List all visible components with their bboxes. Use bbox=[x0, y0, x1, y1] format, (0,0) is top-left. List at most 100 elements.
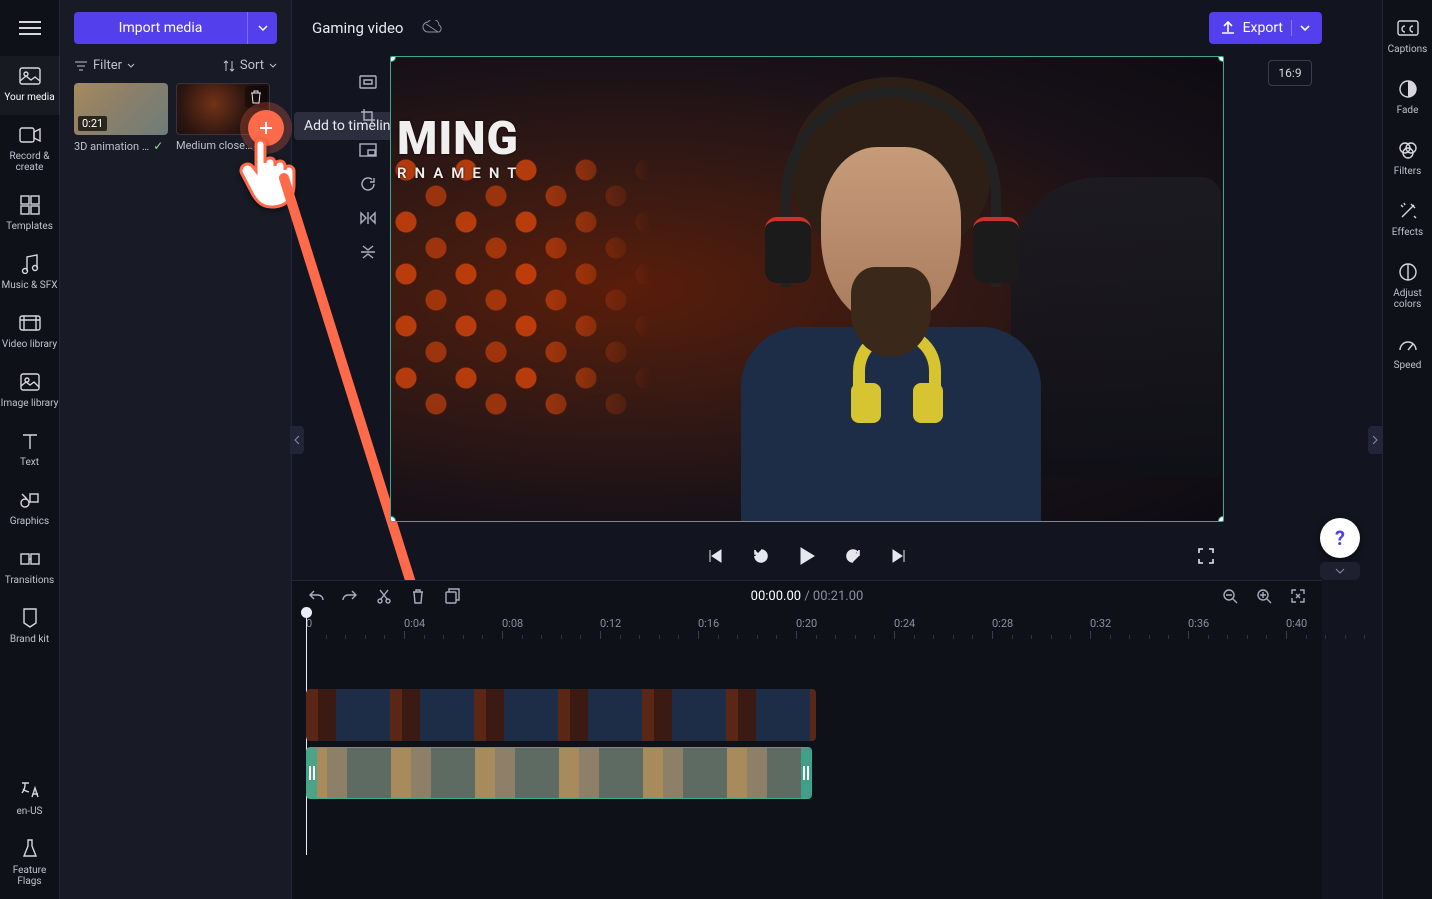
play-button[interactable] bbox=[795, 544, 819, 568]
undo-button[interactable] bbox=[306, 586, 326, 606]
collapse-preview-bar[interactable] bbox=[1320, 562, 1360, 580]
preview-tools bbox=[356, 70, 386, 264]
skip-prev-button[interactable] bbox=[703, 544, 727, 568]
clip-trim-left[interactable] bbox=[307, 748, 317, 798]
preview-canvas[interactable]: MING RNAMENT bbox=[390, 56, 1224, 532]
sidebar-item-your-media[interactable]: Your media bbox=[0, 56, 60, 115]
pip-button[interactable] bbox=[356, 138, 380, 162]
fit-button[interactable] bbox=[356, 70, 380, 94]
duplicate-button[interactable] bbox=[442, 586, 462, 606]
selection-handle[interactable] bbox=[390, 56, 396, 62]
current-time: 00:00.00 bbox=[751, 589, 801, 604]
preview-frame: MING RNAMENT bbox=[390, 56, 1224, 522]
selection-handle[interactable] bbox=[1218, 56, 1224, 62]
rr-fade[interactable]: Fade bbox=[1383, 71, 1432, 126]
help-button[interactable]: ? bbox=[1320, 518, 1360, 558]
collapse-media-panel[interactable] bbox=[290, 426, 304, 454]
text-icon bbox=[0, 429, 60, 453]
rewind-button[interactable] bbox=[749, 544, 773, 568]
sidebar-item-templates[interactable]: Templates bbox=[0, 185, 60, 244]
thumb-image: 0:21 bbox=[74, 83, 168, 135]
label: Brand kit bbox=[10, 634, 49, 645]
transitions-icon bbox=[0, 547, 60, 571]
track-video-1[interactable] bbox=[306, 689, 1308, 741]
rr-filters[interactable]: Filters bbox=[1383, 132, 1432, 187]
rr-captions[interactable]: Captions bbox=[1383, 10, 1432, 65]
sort-button[interactable]: Sort bbox=[223, 58, 277, 73]
sidebar-item-image-library[interactable]: Image library bbox=[0, 362, 60, 421]
ruler-tick: 0:36 bbox=[1188, 617, 1209, 630]
import-media-caret[interactable] bbox=[247, 12, 277, 44]
cursor-hand-annotation bbox=[236, 132, 300, 212]
thumb-duration: 0:21 bbox=[78, 116, 107, 131]
flip-v-button[interactable] bbox=[356, 240, 380, 264]
brand-kit-icon bbox=[0, 606, 60, 630]
export-label: Export bbox=[1243, 20, 1283, 36]
sync-status-icon bbox=[422, 19, 442, 38]
track-video-2[interactable] bbox=[306, 747, 1308, 799]
delete-thumb-button[interactable] bbox=[245, 86, 267, 108]
aspect-ratio-chip[interactable]: 16:9 bbox=[1268, 60, 1312, 86]
zoom-fit-button[interactable] bbox=[1288, 586, 1308, 606]
fullscreen-button[interactable] bbox=[1194, 544, 1218, 568]
flip-h-button[interactable] bbox=[356, 206, 380, 230]
sidebar-item-locale[interactable]: en-US bbox=[0, 770, 60, 829]
redo-button[interactable] bbox=[340, 586, 360, 606]
flags-icon bbox=[0, 837, 60, 861]
sidebar-item-record-create[interactable]: Record & create bbox=[0, 115, 60, 185]
ruler-tick: 0:28 bbox=[992, 617, 1013, 630]
delete-button[interactable] bbox=[408, 586, 428, 606]
label: Effects bbox=[1392, 227, 1423, 238]
sidebar-item-brand-kit[interactable]: Brand kit bbox=[0, 598, 60, 657]
label: Feature Flags bbox=[13, 865, 47, 887]
upload-icon bbox=[1221, 21, 1235, 35]
ruler-tick: 0:12 bbox=[600, 617, 621, 630]
sidebar-item-video-library[interactable]: Video library bbox=[0, 303, 60, 362]
clip-3d-animation[interactable] bbox=[306, 747, 812, 799]
rr-speed[interactable]: Speed bbox=[1383, 326, 1432, 381]
import-media-button[interactable]: Import media bbox=[74, 12, 247, 44]
zoom-in-button[interactable] bbox=[1254, 586, 1274, 606]
thumb-name-label: 3D animation … bbox=[74, 140, 149, 153]
label: en-US bbox=[16, 806, 42, 817]
playback-controls bbox=[390, 536, 1224, 576]
filter-label: Filter bbox=[93, 58, 122, 73]
sidebar-item-feature-flags[interactable]: Feature Flags bbox=[0, 829, 60, 899]
export-button[interactable]: Export bbox=[1209, 12, 1322, 44]
trash-icon bbox=[250, 90, 262, 104]
sidebar-item-graphics[interactable]: Graphics bbox=[0, 480, 60, 539]
hamburger-icon bbox=[19, 21, 41, 35]
collapse-right-rail[interactable] bbox=[1368, 426, 1382, 454]
selection-handle[interactable] bbox=[390, 516, 396, 522]
rr-adjust-colors[interactable]: Adjust colors bbox=[1383, 254, 1432, 320]
aspect-value: 16:9 bbox=[1278, 66, 1301, 80]
skip-next-button[interactable] bbox=[887, 544, 911, 568]
rr-effects[interactable]: Effects bbox=[1383, 193, 1432, 248]
sidebar-item-transitions[interactable]: Transitions bbox=[0, 539, 60, 598]
sidebar-item-text[interactable]: Text bbox=[0, 421, 60, 480]
help-label: ? bbox=[1335, 526, 1345, 550]
filter-icon bbox=[74, 60, 88, 72]
clip-gamer[interactable] bbox=[306, 689, 816, 741]
media-icon bbox=[0, 64, 60, 88]
sidebar-item-music-sfx[interactable]: Music & SFX bbox=[0, 244, 60, 303]
timeline-ruler[interactable]: 00:040:080:120:160:200:240:280:320:360:4… bbox=[292, 617, 1322, 645]
sort-label: Sort bbox=[240, 58, 264, 73]
forward-button[interactable] bbox=[841, 544, 865, 568]
label: Filters bbox=[1394, 166, 1422, 177]
media-thumb-0[interactable]: 0:21 3D animation … ✓ bbox=[74, 83, 168, 153]
split-button[interactable] bbox=[374, 586, 394, 606]
clip-trim-right[interactable] bbox=[801, 748, 811, 798]
music-icon bbox=[0, 252, 60, 276]
selection-handle[interactable] bbox=[1218, 516, 1224, 522]
hamburger-menu[interactable] bbox=[0, 0, 60, 56]
crop-button[interactable] bbox=[356, 104, 380, 128]
project-title[interactable]: Gaming video bbox=[312, 19, 404, 37]
chevron-down-icon bbox=[127, 63, 135, 68]
zoom-out-button[interactable] bbox=[1220, 586, 1240, 606]
rotate-button[interactable] bbox=[356, 172, 380, 196]
filter-button[interactable]: Filter bbox=[74, 58, 135, 73]
label: Transitions bbox=[5, 575, 54, 586]
gamer-graphic bbox=[661, 56, 1101, 522]
backdrop-hex bbox=[391, 157, 651, 417]
